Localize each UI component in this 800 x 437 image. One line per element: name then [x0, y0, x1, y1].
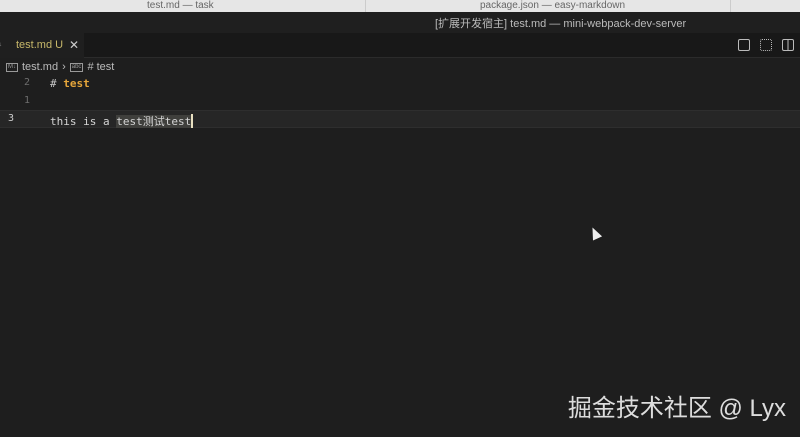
mouse-pointer-icon [587, 225, 603, 241]
selected-text: test测试test [116, 115, 192, 128]
split-editor-icon[interactable] [782, 39, 794, 51]
open-preview-icon[interactable] [738, 39, 750, 51]
chevron-right-icon: › [62, 61, 66, 73]
editor-line-current[interactable]: 3 this is a test测试test [0, 110, 800, 128]
tab-test-md[interactable]: M↓ test.md U ✕ [0, 33, 84, 58]
heading-marker: # [50, 77, 57, 90]
line-text: this is a [50, 115, 117, 128]
text-caret [191, 114, 194, 128]
markdown-icon: M↓ [0, 42, 2, 48]
background-window-title: package.json — easy-markdown [480, 0, 626, 11]
editor-line[interactable]: 2 # test [0, 75, 800, 93]
line-number: 2 [23, 77, 30, 88]
tab-status: U [55, 39, 64, 51]
tab-label: test.md [16, 39, 53, 51]
source-control-compare-icon[interactable] [760, 39, 772, 51]
line-number: 3 [8, 113, 15, 124]
line-number: 1 [23, 95, 30, 106]
watermark: 掘金技术社区 @ Lyx [567, 395, 786, 422]
title-bar: [扩展开发宿主] test.md — mini-webpack-dev-serv… [0, 12, 800, 33]
window-title: [扩展开发宿主] test.md — mini-webpack-dev-serv… [435, 18, 687, 30]
breadcrumb: M↓ test.md › abc # test [6, 61, 114, 73]
breadcrumb-file[interactable]: test.md [22, 61, 58, 73]
breadcrumb-symbol[interactable]: # test [87, 61, 114, 73]
background-window-titles: test.md — task package.json — easy-markd… [0, 0, 800, 12]
close-icon[interactable]: ✕ [69, 38, 79, 52]
tab-bar: M↓ test.md U ✕ [0, 33, 800, 58]
background-window-title: test.md — task [147, 0, 214, 11]
symbol-icon: abc [69, 62, 84, 72]
heading-text: test [63, 77, 90, 90]
editor-line[interactable]: 1 [0, 93, 800, 111]
markdown-icon: M↓ [6, 62, 18, 72]
